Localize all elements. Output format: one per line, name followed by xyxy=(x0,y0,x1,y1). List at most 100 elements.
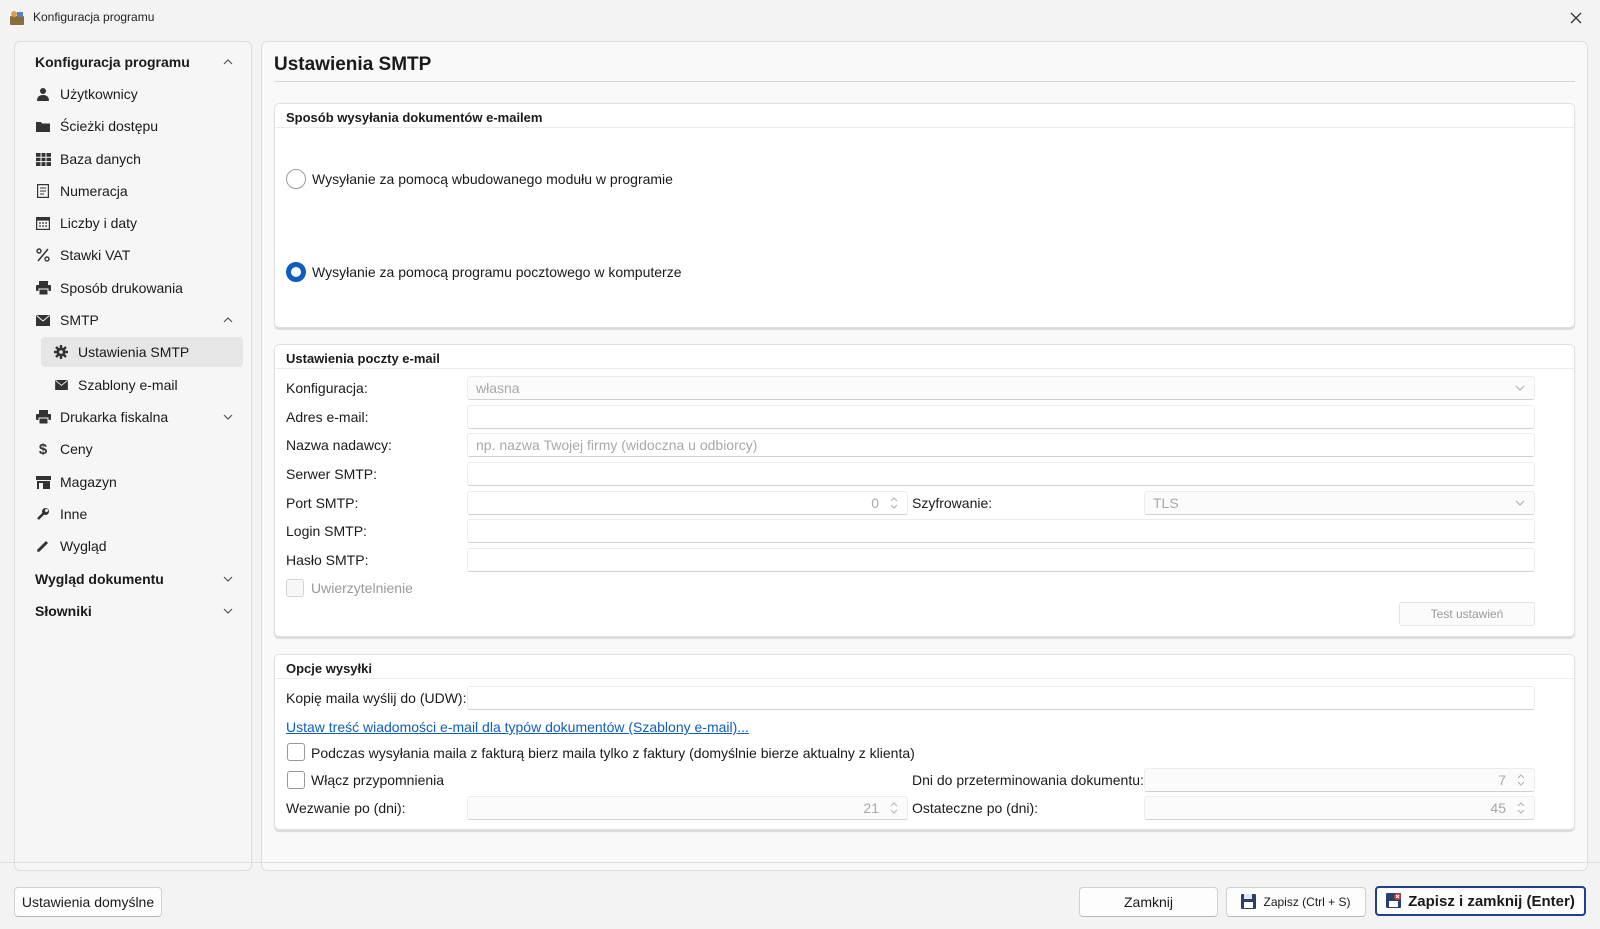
config-select[interactable]: własna xyxy=(467,376,1535,400)
sidebar-item-prices[interactable]: $ Ceny xyxy=(23,434,243,464)
spinner-icon xyxy=(1517,802,1525,814)
chevron-down-icon xyxy=(223,608,233,614)
chevron-down-icon xyxy=(223,414,233,420)
main-panel: Ustawienia SMTP Sposób wysyłania dokumen… xyxy=(261,41,1588,871)
mail-settings-title: Ustawienia poczty e-mail xyxy=(286,351,440,366)
default-settings-button[interactable]: Ustawienia domyślne xyxy=(14,887,162,917)
port-label: Port SMTP: xyxy=(286,495,359,511)
card-divider xyxy=(275,368,1574,369)
chevron-up-icon xyxy=(223,317,233,323)
summons-days-label: Wezwanie po (dni): xyxy=(286,800,406,816)
test-settings-button[interactable]: Test ustawień xyxy=(1399,602,1535,626)
sidebar-group-program-config[interactable]: Konfiguracja programu xyxy=(23,47,243,77)
sidebar-item-vat-rates[interactable]: Stawki VAT xyxy=(23,240,243,270)
encryption-value: TLS xyxy=(1153,495,1179,511)
printer-icon xyxy=(35,409,51,425)
sidebar-item-appearance[interactable]: Wygląd xyxy=(23,531,243,561)
sender-placeholder: np. nazwa Twojej firmy (widoczna u odbio… xyxy=(476,437,758,453)
final-days-stepper[interactable]: 45 xyxy=(1144,796,1535,820)
sidebar-item-printing[interactable]: Sposób drukowania xyxy=(23,273,243,303)
spinner-icon xyxy=(1517,774,1525,786)
config-label: Konfiguracja: xyxy=(286,380,368,396)
sidebar-group-dictionaries[interactable]: Słowniki xyxy=(23,596,243,626)
email-label: Adres e-mail: xyxy=(286,409,369,425)
sender-field[interactable]: np. nazwa Twojej firmy (widoczna u odbio… xyxy=(467,433,1535,457)
send-options-card: Opcje wysyłki Kopię maila wyślij do (UDW… xyxy=(274,654,1575,830)
sidebar-item-users[interactable]: Użytkownicy xyxy=(23,79,243,109)
password-label: Hasło SMTP: xyxy=(286,552,369,568)
app-icon xyxy=(9,10,25,26)
envelope-icon xyxy=(35,312,51,328)
encryption-label: Szyfrowanie: xyxy=(912,495,993,511)
store-icon xyxy=(35,474,51,490)
gear-icon xyxy=(53,344,69,360)
port-value: 0 xyxy=(871,495,879,511)
bcc-field[interactable] xyxy=(467,686,1535,710)
invoice-mail-checkbox[interactable] xyxy=(287,743,305,761)
final-days-value: 45 xyxy=(1490,800,1506,816)
config-select-value: własna xyxy=(476,380,520,396)
sidebar-item-fiscal-printer[interactable]: Drukarka fiskalna xyxy=(23,402,243,432)
bcc-label: Kopię maila wyślij do (UDW): xyxy=(286,690,467,706)
server-label: Serwer SMTP: xyxy=(286,466,378,482)
auth-label: Uwierzytelnienie xyxy=(311,580,413,596)
percent-icon xyxy=(35,247,51,263)
dollar-icon: $ xyxy=(38,440,48,458)
folder-icon xyxy=(35,118,51,134)
sending-method-card: Sposób wysyłania dokumentów e-mailem Wys… xyxy=(274,103,1575,328)
email-templates-link[interactable]: Ustaw treść wiadomości e-mail dla typów … xyxy=(286,719,749,735)
sidebar-item-database[interactable]: Baza danych xyxy=(23,144,243,174)
calendar-icon xyxy=(35,215,51,231)
close-button[interactable]: Zamknij xyxy=(1079,887,1218,917)
sidebar-item-numbers-dates[interactable]: Liczby i daty xyxy=(23,208,243,238)
reminders-checkbox[interactable] xyxy=(287,771,305,789)
pencil-icon xyxy=(35,538,51,554)
mail-settings-card: Ustawienia poczty e-mail Konfiguracja: w… xyxy=(274,344,1575,637)
close-window-button[interactable] xyxy=(1562,6,1590,30)
save-and-close-label: Zapisz i zamknij (Enter) xyxy=(1408,892,1575,910)
save-button-label: Zapisz (Ctrl + S) xyxy=(1263,895,1351,909)
chevron-down-icon xyxy=(1515,385,1525,391)
radio-builtin-module[interactable] xyxy=(286,169,306,189)
radio-builtin-module-label[interactable]: Wysyłanie za pomocą wbudowanego modułu w… xyxy=(312,171,673,187)
sidebar-item-numbering[interactable]: Numeracja xyxy=(23,176,243,206)
sidebar-item-warehouse[interactable]: Magazyn xyxy=(23,467,243,497)
encryption-select[interactable]: TLS xyxy=(1144,491,1535,515)
server-field[interactable] xyxy=(467,462,1535,486)
chevron-up-icon xyxy=(223,59,233,65)
spinner-icon xyxy=(890,802,898,814)
sidebar-item-email-templates[interactable]: Szablony e-mail xyxy=(41,370,243,400)
port-stepper[interactable]: 0 xyxy=(467,491,908,515)
sidebar-item-paths[interactable]: Ścieżki dostępu xyxy=(23,111,243,141)
sidebar-item-smtp-settings[interactable]: Ustawienia SMTP xyxy=(41,337,243,367)
login-field[interactable] xyxy=(467,519,1535,543)
login-label: Login SMTP: xyxy=(286,523,367,539)
document-icon xyxy=(35,183,51,199)
save-close-icon xyxy=(1386,893,1402,909)
card-divider xyxy=(275,127,1574,128)
radio-mail-client[interactable] xyxy=(286,262,306,282)
wrench-icon xyxy=(35,506,51,522)
save-and-close-button[interactable]: Zapisz i zamknij (Enter) xyxy=(1375,886,1586,916)
radio-mail-client-label[interactable]: Wysyłanie za pomocą programu pocztowego … xyxy=(312,264,682,280)
card-divider xyxy=(275,678,1574,679)
overdue-days-value: 7 xyxy=(1498,772,1506,788)
summons-days-value: 21 xyxy=(863,800,879,816)
envelope-icon xyxy=(53,377,69,393)
overdue-days-label: Dni do przeterminowania dokumentu: xyxy=(912,772,1144,788)
settings-sidebar: Konfiguracja programu Użytkownicy Ścieżk… xyxy=(14,41,252,871)
sender-label: Nazwa nadawcy: xyxy=(286,437,392,453)
window-title: Konfiguracja programu xyxy=(33,10,155,24)
chevron-down-icon xyxy=(1515,500,1525,506)
sending-method-title: Sposób wysyłania dokumentów e-mailem xyxy=(286,110,543,125)
email-field[interactable] xyxy=(467,405,1535,429)
sidebar-item-smtp[interactable]: SMTP xyxy=(23,305,243,335)
table-icon xyxy=(35,151,51,167)
password-field[interactable] xyxy=(467,548,1535,572)
auth-checkbox[interactable] xyxy=(286,579,304,597)
overdue-days-stepper[interactable]: 7 xyxy=(1144,768,1535,792)
summons-days-stepper[interactable]: 21 xyxy=(467,796,908,820)
sidebar-item-other[interactable]: Inne xyxy=(23,499,243,529)
save-button[interactable]: Zapisz (Ctrl + S) xyxy=(1226,887,1366,917)
sidebar-group-document-appearance[interactable]: Wygląd dokumentu xyxy=(23,564,243,594)
